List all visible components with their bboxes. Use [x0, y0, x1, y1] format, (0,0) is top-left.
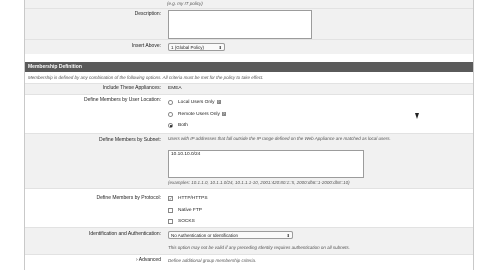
appliances-row: Include These Appliances: EMEA — [25, 84, 473, 94]
socks-checkbox[interactable] — [168, 219, 173, 224]
page: (e.g. my IT policy) Description: Insert … — [0, 0, 480, 270]
section-title: Membership Definition — [28, 64, 82, 70]
help-icon[interactable]: ? — [216, 99, 221, 104]
policy-name-hint: (e.g. my IT policy) — [167, 1, 203, 6]
description-row: Description: — [25, 9, 473, 39]
local-users-radio[interactable] — [168, 100, 173, 105]
remote-users-radio[interactable] — [168, 112, 173, 117]
auth-row: Identification and Authentication: No Au… — [25, 228, 473, 254]
local-users-option: Local Users Only? — [178, 99, 221, 106]
description-label: Description: — [134, 11, 161, 17]
policy-name-row: (e.g. my IT policy) — [25, 0, 473, 8]
socks-label: SOCKS — [178, 219, 195, 224]
appliances-label: Include These Appliances: — [102, 85, 161, 91]
location-label: Define Members by User Location: — [84, 97, 161, 103]
auth-select[interactable]: No Authentication or Identification ⬍ — [168, 231, 293, 239]
insert-above-select[interactable]: 1 (Global Policy) ⬍ — [168, 43, 225, 51]
remote-users-option: Remote Users Only? — [178, 111, 226, 118]
location-row: Define Members by User Location: Local U… — [25, 95, 473, 133]
remote-users-label: Remote Users Only — [178, 112, 220, 117]
subnet-examples: (examples: 10.1.1.0, 10.1.1.0/24, 10.1.1… — [168, 180, 350, 185]
insert-above-value: 1 (Global Policy) — [171, 45, 205, 50]
mouse-cursor-icon — [415, 113, 419, 119]
auth-note: This option may not be valid if any prec… — [168, 245, 350, 250]
subnet-row: Define Members by Subnet: Users with IP … — [25, 134, 473, 188]
subnet-textarea[interactable]: 10.10.10.0/24 — [168, 150, 364, 178]
http-checkbox[interactable]: ✓ — [168, 196, 173, 201]
both-radio[interactable] — [168, 123, 173, 128]
section-intro: Membership is defined by any combination… — [28, 75, 264, 80]
ftp-label: Native FTP — [178, 208, 202, 213]
appliances-value: EMEA — [168, 86, 182, 91]
advanced-description: Define additional group membership crite… — [168, 258, 257, 263]
both-label: Both — [178, 123, 188, 128]
chevron-down-icon: ⬍ — [218, 45, 222, 50]
insert-above-row: Insert Above: 1 (Global Policy) ⬍ — [25, 40, 473, 54]
ftp-checkbox[interactable] — [168, 208, 173, 213]
subnet-label: Define Members by Subnet: — [99, 137, 161, 143]
subnet-description: Users with IP addresses that fall outsid… — [168, 136, 391, 141]
protocol-row: Define Members by Protocol: ✓ HTTP/HTTPS… — [25, 189, 473, 227]
chevron-down-icon: ⬍ — [286, 233, 290, 238]
subnet-value: 10.10.10.0/24 — [171, 152, 201, 157]
protocol-label: Define Members by Protocol: — [96, 195, 161, 201]
help-icon[interactable]: ? — [221, 111, 226, 116]
auth-label: Identification and Authentication: — [89, 231, 161, 237]
local-users-label: Local Users Only — [178, 100, 215, 105]
expand-arrow-icon: › — [135, 257, 138, 263]
section-header: Membership Definition — [25, 62, 473, 72]
checkmark-icon: ✓ — [169, 196, 173, 201]
section-intro-row: Membership is defined by any combination… — [25, 73, 473, 83]
http-label: HTTP/HTTPS — [178, 196, 208, 201]
advanced-toggle[interactable]: › Advanced — [25, 257, 161, 264]
policy-form-panel: (e.g. my IT policy) Description: Insert … — [24, 0, 474, 270]
advanced-row: › Advanced Define additional group membe… — [25, 255, 473, 267]
insert-above-label: Insert Above: — [131, 43, 161, 49]
advanced-label: Advanced — [138, 257, 161, 263]
auth-value: No Authentication or Identification — [171, 233, 239, 238]
description-textarea[interactable] — [168, 10, 312, 39]
